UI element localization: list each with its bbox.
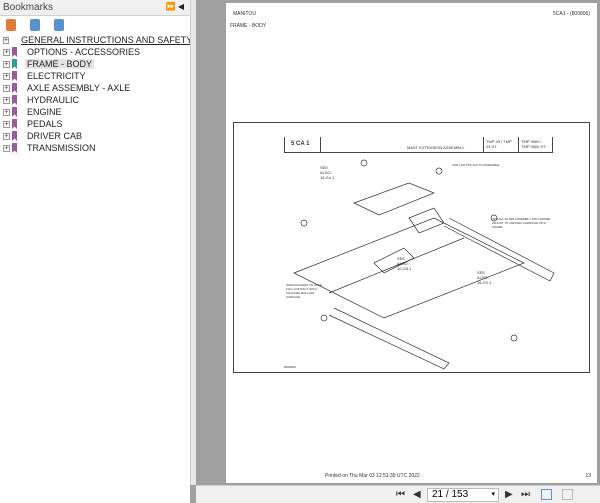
bookmark-flag-icon — [12, 131, 17, 141]
next-page-button[interactable]: ▶ — [505, 489, 513, 500]
expand-icon[interactable]: + — [3, 120, 10, 128]
view-mode-alt-icon[interactable] — [562, 489, 573, 500]
view-mode-icon[interactable] — [541, 489, 552, 500]
note-install: INSTALL AFTER ASSEMBLY INTO FRAME. ADJUS… — [492, 217, 552, 229]
bookmarks-header: Bookmarks ⏩ ◀ — [0, 0, 190, 16]
first-page-button[interactable]: ⏮ — [396, 489, 405, 500]
page-value: 21 / 153 — [432, 489, 469, 500]
bookmark-transmission[interactable]: + TRANSMISSION — [3, 142, 190, 154]
panel-controls[interactable]: ⏩ ◀ — [166, 2, 184, 11]
bookmark-flag-icon — [12, 107, 17, 117]
bookmark-hydraulic[interactable]: + HYDRAULIC — [3, 94, 190, 106]
page-number-input[interactable]: 21 / 153 ▾ — [427, 488, 499, 502]
brand-label: MANITOU — [233, 11, 256, 17]
panel-splitter[interactable] — [190, 0, 196, 485]
expand-icon[interactable]: + — [3, 36, 10, 44]
document-page: MANITOU 5CA1 - (800806) FRAME - BODY 5 C… — [226, 3, 597, 483]
bookmark-options-icon[interactable] — [54, 19, 64, 31]
expand-icon[interactable]: + — [3, 84, 10, 92]
bookmark-options[interactable]: + OPTIONS - ACCESSORIES — [3, 46, 190, 58]
bookmark-flag-icon — [12, 119, 17, 129]
navigation-toolbar: ⏮ ◀ 21 / 153 ▾ ▶ ⏭ — [196, 485, 600, 503]
note-loctite: USE LOCTITE 243 TO ASSEMBLE — [452, 163, 500, 167]
dropdown-icon[interactable]: ▾ — [491, 489, 495, 501]
expand-icon[interactable]: + — [3, 60, 10, 68]
bookmarks-title: Bookmarks — [3, 2, 54, 13]
bookmark-flag-icon — [12, 71, 17, 81]
bookmark-pedals[interactable]: + PEDALS — [3, 118, 190, 130]
bookmark-frame-body[interactable]: + FRAME - BODY — [3, 58, 190, 70]
printed-on: Printed on Thu Mar 03 12:51:39 UTC 2022 — [325, 473, 420, 479]
exploded-view-diagram — [293, 159, 555, 370]
expand-icon[interactable]: + — [3, 144, 10, 152]
previous-page-button[interactable]: ◀ — [413, 489, 421, 500]
bookmark-flag-icon — [12, 83, 17, 93]
bookmark-icon[interactable] — [6, 19, 16, 31]
page-number: 13 — [585, 473, 591, 479]
section-label: FRAME - BODY — [230, 23, 267, 29]
bookmark-general-instructions[interactable]: +GENERAL INSTRUCTIONS AND SAFETY NOTICES — [3, 34, 190, 46]
see-also-2: SEE ALSO: 10.G8.1 — [397, 256, 412, 271]
bookmark-expand-icon[interactable] — [30, 19, 40, 31]
note-shim: SHIM ROLLERS TO HAVE FULL CONTACT WITH C… — [286, 283, 323, 299]
expand-icon[interactable]: + — [3, 132, 10, 140]
see-also-1: SEE ALSO: 16.G4.1 — [320, 165, 335, 180]
drawing-ref: 800806A — [284, 365, 297, 369]
last-page-button[interactable]: ⏭ — [521, 489, 530, 500]
see-also-3: SEE ALSO: 16.G3.1 — [477, 270, 492, 285]
bookmark-flag-icon — [12, 59, 17, 69]
expand-icon[interactable]: + — [3, 48, 10, 56]
bookmark-axle[interactable]: + AXLE ASSEMBLY - AXLE — [3, 82, 190, 94]
bookmark-engine[interactable]: + ENGINE — [3, 106, 190, 118]
expand-icon[interactable]: + — [3, 72, 10, 80]
bookmark-flag-icon — [12, 47, 17, 57]
expand-icon[interactable]: + — [3, 108, 10, 116]
bookmark-electricity[interactable]: + ELECTRICITY — [3, 70, 190, 82]
bookmark-flag-icon — [12, 95, 17, 105]
bookmarks-panel: Bookmarks ⏩ ◀ + GENERAL INSTRUCTIONS AND … — [0, 0, 190, 503]
page-code: 5CA1 - (800806) — [553, 11, 590, 17]
bookmark-driver-cab[interactable]: + DRIVER CAB — [3, 130, 190, 142]
technical-drawing: 5 CA 1 MAST EXTENSION ASSEMBLY TMP 25 / … — [233, 122, 590, 373]
expand-icon[interactable]: + — [3, 96, 10, 104]
bookmark-flag-icon — [12, 143, 17, 153]
